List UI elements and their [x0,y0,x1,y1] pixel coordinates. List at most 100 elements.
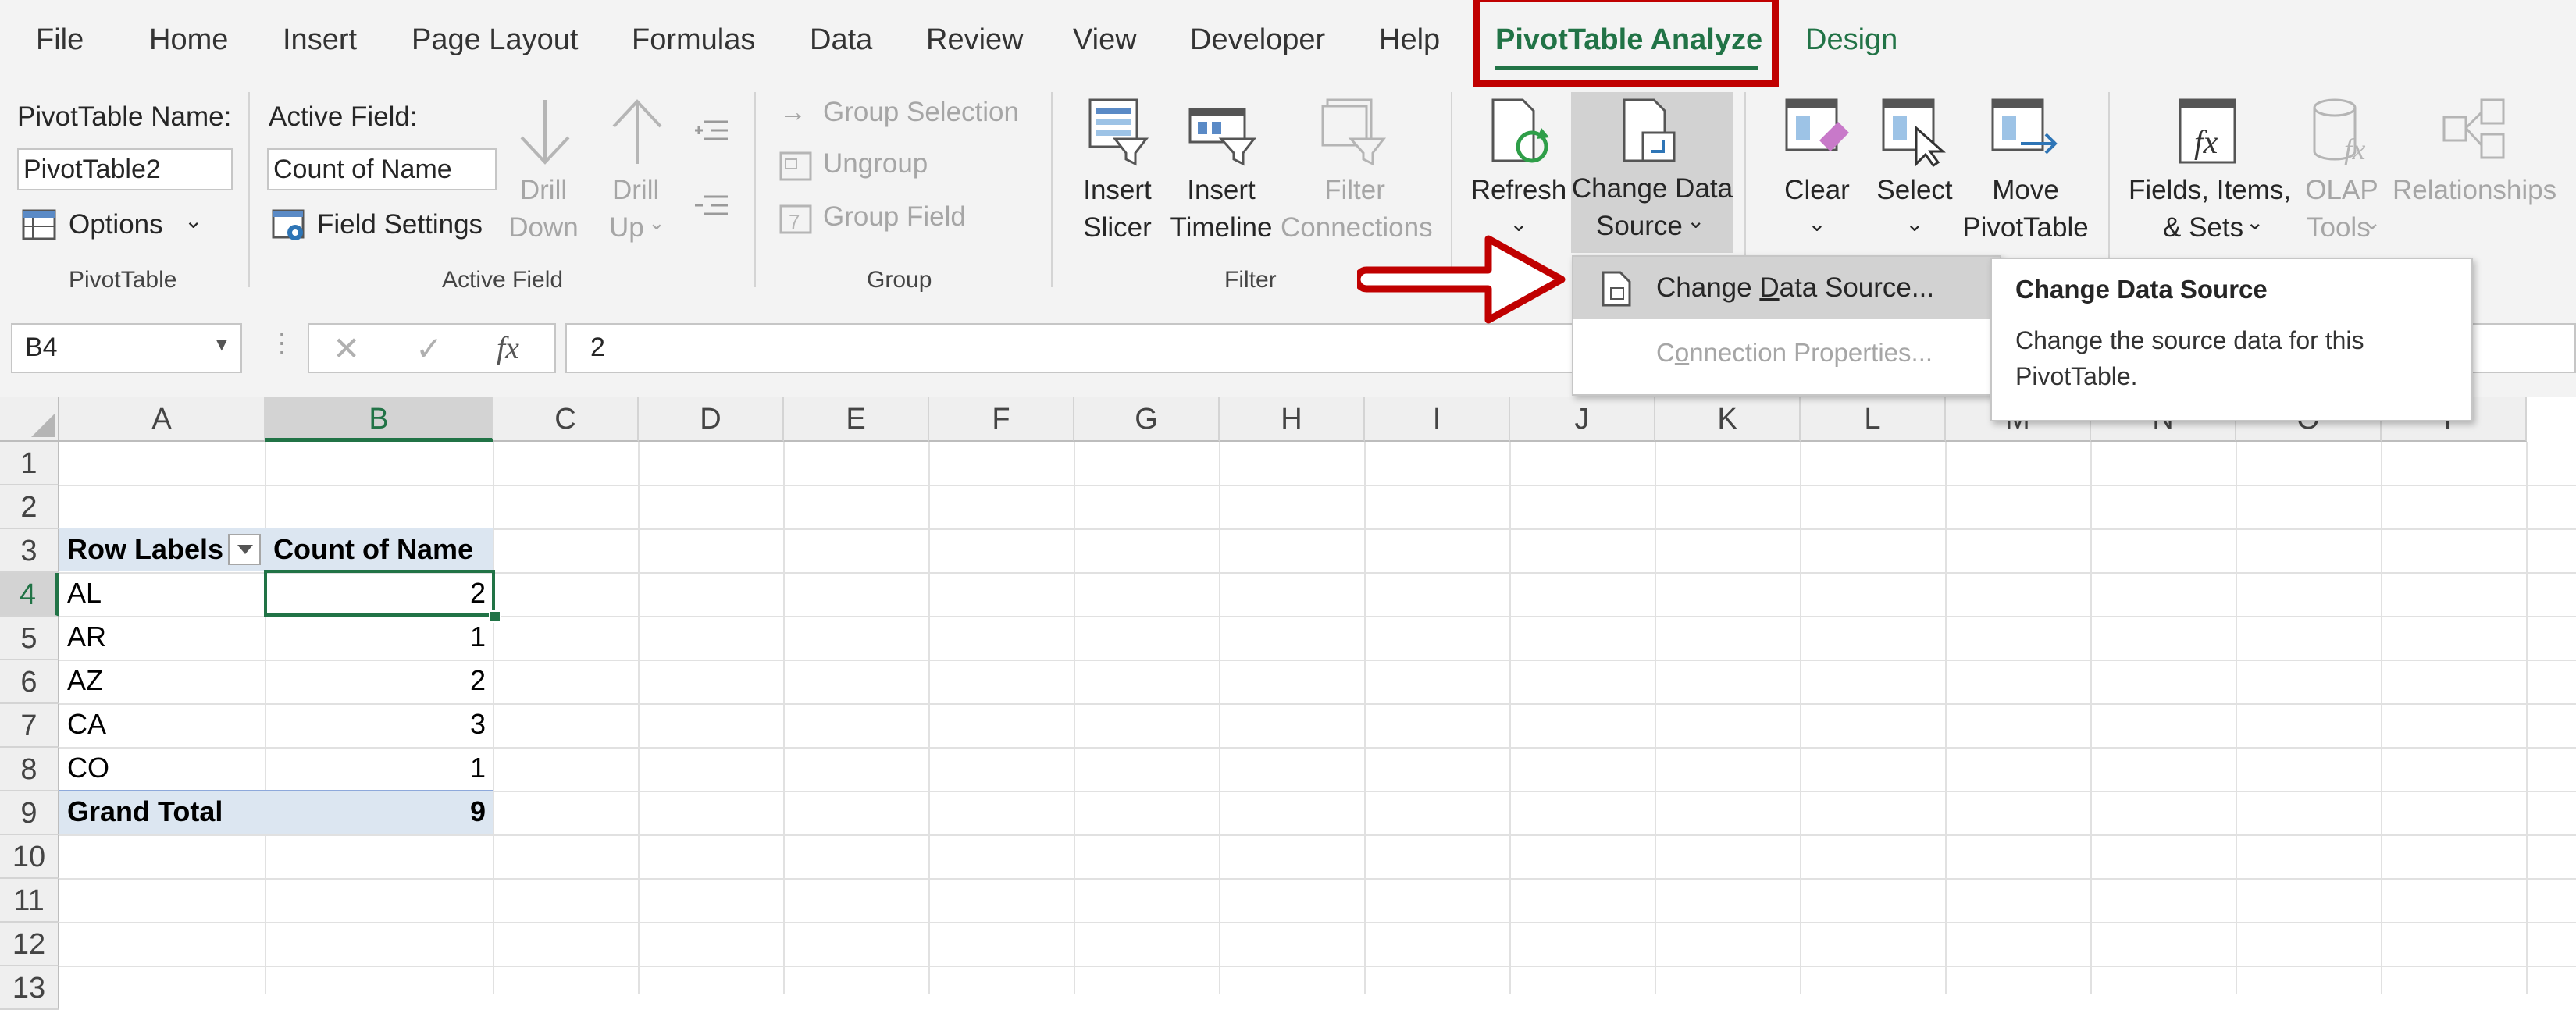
grand-total-value: 9 [469,795,486,827]
tab-file[interactable]: File [36,23,84,57]
pivot-row-label[interactable]: AL [67,571,102,615]
ungroup-button[interactable]: Ungroup [779,145,982,189]
cancel-icon[interactable]: ✕ [333,329,360,368]
field-settings-icon [272,209,305,240]
row-header-9[interactable]: 9 [0,791,59,835]
change-data-source-label-2: Source [1596,211,1683,241]
row-header-13[interactable]: 13 [0,966,59,1010]
insert-timeline-button[interactable]: Insert Timeline [1167,94,1276,250]
group-field-button[interactable]: 7 Group Field [779,198,982,242]
menu-item-change-data-source[interactable]: Change Data Source... [1573,257,2000,319]
tab-help[interactable]: Help [1379,23,1440,57]
group-divider [754,92,756,287]
column-header-b[interactable]: B [265,397,493,442]
pivot-row-label[interactable]: CO [67,746,109,790]
drill-up-label-1: Drill [612,175,660,205]
olap-tools-icon: fx [2313,98,2366,166]
olap-tools-label-2: Tools [2307,212,2371,243]
fill-handle[interactable] [489,610,501,623]
drill-down-button[interactable]: Drill Down [508,94,579,250]
arrow-up-icon [612,99,662,164]
tab-home[interactable]: Home [149,23,228,57]
pivot-row-label[interactable]: AR [67,615,106,659]
column-header-l[interactable]: L [1801,397,1946,442]
chevron-down-icon: ⌄ [648,211,665,234]
row-header-3[interactable]: 3 [0,529,59,573]
tab-design[interactable]: Design [1805,23,1897,57]
row-header-2[interactable]: 2 [0,485,59,529]
insert-timeline-label-2: Timeline [1170,212,1273,243]
filter-dropdown-button[interactable] [228,534,261,565]
olap-tools-label-1: OLAP [2305,175,2378,205]
pivot-row-value[interactable]: 1 [265,746,486,790]
column-header-f[interactable]: F [929,397,1074,442]
column-header-c[interactable]: C [493,397,639,442]
row-header-5[interactable]: 5 [0,617,59,660]
move-pivottable-button[interactable]: Move PivotTable [1961,94,2090,250]
insert-slicer-button[interactable]: Insert Slicer [1076,94,1159,250]
insert-function-icon[interactable]: fx [497,329,519,366]
column-header-i[interactable]: I [1365,397,1510,442]
name-box[interactable]: B4 ▼ [11,323,242,373]
column-header-k[interactable]: K [1655,397,1801,442]
pivot-row-value[interactable]: 2 [265,659,486,702]
pivottable-name-input[interactable]: PivotTable2 [17,148,233,190]
tab-view[interactable]: View [1073,23,1137,57]
column-header-j[interactable]: J [1510,397,1655,442]
fields-items-sets-button[interactable]: fx Fields, Items, & Sets ⌄ [2124,94,2296,250]
collapse-field-icon[interactable] [693,192,731,219]
column-header-h[interactable]: H [1220,397,1365,442]
clear-icon [1785,98,1849,151]
row-header-10[interactable]: 10 [0,835,59,879]
relationships-button[interactable]: Relationships [2389,94,2561,250]
drill-up-button[interactable]: Drill Up ⌄ [601,94,673,250]
menu-item-connection-properties[interactable]: Connection Properties... [1573,322,2000,385]
enter-icon[interactable]: ✓ [415,329,443,368]
relationships-icon [2442,98,2505,159]
tab-page-layout[interactable]: Page Layout [412,23,578,57]
field-settings-button[interactable]: Field Settings [272,203,498,247]
row-header-7[interactable]: 7 [0,704,59,748]
options-button[interactable]: Options ⌄ [22,203,217,247]
name-box-dropdown-icon[interactable]: ▼ [212,334,231,356]
change-data-source-icon [1623,98,1676,162]
tab-insert[interactable]: Insert [283,23,357,57]
column-header-e[interactable]: E [784,397,929,442]
active-field-input[interactable]: Count of Name [267,148,497,190]
tab-data[interactable]: Data [810,23,872,57]
tab-review[interactable]: Review [926,23,1024,57]
name-box-value: B4 [25,333,58,362]
filter-connections-button[interactable]: Filter Connections [1281,94,1433,250]
column-header-a[interactable]: A [59,397,265,442]
change-data-source-button[interactable]: Change Data Source ⌄ [1571,92,1733,253]
pivot-row-label[interactable]: CA [67,702,106,746]
document-icon [1602,271,1631,307]
row-header-4[interactable]: 4 [0,573,59,617]
active-cell-border[interactable] [264,570,495,617]
tab-developer[interactable]: Developer [1190,23,1325,57]
expand-field-icon[interactable] [693,117,731,144]
refresh-button[interactable]: Refresh ⌄ [1468,94,1569,250]
row-header-8[interactable]: 8 [0,748,59,791]
olap-tools-button[interactable]: fx OLAP Tools ⌄ [2296,94,2388,250]
chevron-down-icon: ⌄ [184,208,203,233]
row-header-1[interactable]: 1 [0,442,59,485]
column-header-g[interactable]: G [1074,397,1220,442]
menu-tab-bar: File Home Insert Page Layout Formulas Da… [0,0,2576,87]
vertical-dots-icon: ⋮ [269,329,295,358]
group-selection-button[interactable]: → Group Selection [779,94,1029,137]
column-header-d[interactable]: D [639,397,784,442]
change-data-source-label-1: Change Data [1571,173,1733,204]
pivot-row-value[interactable]: 3 [265,702,486,746]
row-header-12[interactable]: 12 [0,923,59,966]
select-button[interactable]: Select ⌄ [1868,94,1961,250]
clear-button[interactable]: Clear ⌄ [1766,94,1868,250]
pivot-row-label[interactable]: AZ [67,659,103,702]
select-all-corner[interactable] [0,397,59,442]
ungroup-label: Ungroup [823,148,928,179]
row-header-11[interactable]: 11 [0,879,59,923]
svg-text:fx: fx [2344,133,2366,166]
row-header-6[interactable]: 6 [0,660,59,704]
pivot-row-value[interactable]: 1 [265,615,486,659]
tab-formulas[interactable]: Formulas [632,23,755,57]
